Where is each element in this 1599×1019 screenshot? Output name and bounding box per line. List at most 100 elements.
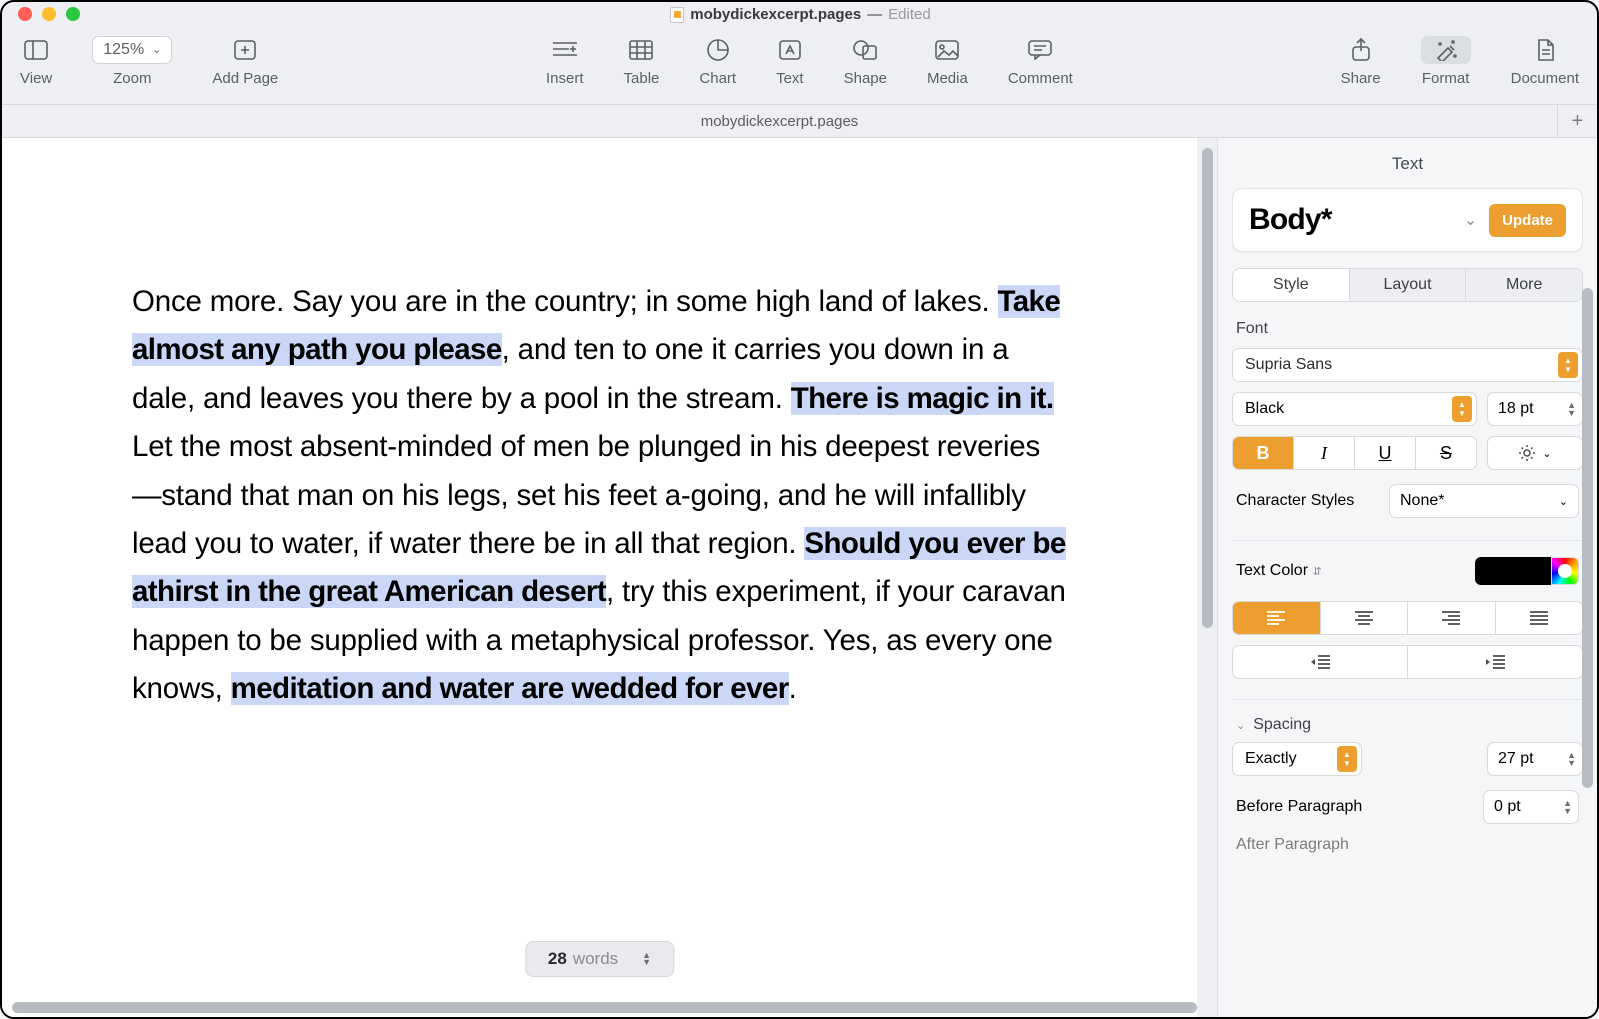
line-spacing-value[interactable]: 27 pt ▲▼ [1487, 742, 1583, 776]
tab-more[interactable]: More [1466, 269, 1582, 301]
insert-button[interactable]: Insert [546, 36, 584, 87]
horizontal-scrollbar[interactable] [12, 1002, 1197, 1013]
textbox-icon [779, 36, 801, 64]
plus-page-icon [234, 36, 256, 64]
text-color-control[interactable] [1475, 557, 1579, 585]
chevron-down-icon: ⌄ [1559, 495, 1568, 508]
text-run: Once more. Say you are in the country; i… [132, 285, 998, 318]
share-button[interactable]: Share [1341, 36, 1381, 87]
zoom-control[interactable]: 125%⌄ Zoom [92, 36, 172, 87]
document-button[interactable]: Document [1511, 36, 1579, 87]
toolbar-left: View 125%⌄ Zoom Add Page [20, 36, 278, 87]
chart-button[interactable]: Chart [699, 36, 736, 87]
toolbar-right: Share Format Document [1341, 36, 1579, 87]
spacing-disclosure[interactable]: ⌄ Spacing [1236, 716, 1579, 734]
title-separator: — [867, 6, 882, 23]
updown-icon: ▲▼ [642, 952, 651, 966]
close-window-button[interactable] [18, 7, 32, 21]
color-swatch[interactable] [1475, 557, 1551, 585]
page[interactable]: Once more. Say you are in the country; i… [2, 138, 1197, 1017]
document-filename: mobydickexcerpt.pages [690, 6, 861, 23]
bold-highlight-run: meditation and water are wedded for ever [231, 672, 789, 705]
chevron-down-icon: ⌄ [1542, 447, 1551, 460]
view-button[interactable]: View [20, 36, 52, 87]
sidebar-icon [24, 36, 48, 64]
vertical-scrollbar[interactable] [1202, 148, 1213, 628]
bold-highlight-run: There is magic in it. [791, 382, 1054, 415]
canvas: Once more. Say you are in the country; i… [2, 138, 1217, 1017]
document-body[interactable]: Once more. Say you are in the country; i… [2, 138, 1197, 753]
text-color-label: Text Color ⇵ [1236, 562, 1322, 580]
tab-bar: mobydickexcerpt.pages + [2, 104, 1597, 138]
increase-indent-button[interactable] [1408, 646, 1582, 678]
stepper-icon[interactable]: ▲▼ [1563, 751, 1580, 767]
align-center-button[interactable] [1321, 602, 1409, 634]
comment-icon [1028, 36, 1052, 64]
updown-icon: ⇵ [1312, 566, 1321, 578]
format-icon [1421, 36, 1471, 64]
media-button[interactable]: Media [927, 36, 968, 87]
tab-style[interactable]: Style [1233, 269, 1350, 301]
toolbar: View 125%⌄ Zoom Add Page Insert Table [2, 26, 1597, 104]
character-styles-label: Character Styles [1236, 492, 1354, 510]
divider [1232, 540, 1583, 541]
chevron-down-icon: ⌄ [152, 43, 161, 56]
add-page-button[interactable]: Add Page [212, 36, 278, 87]
tab-layout[interactable]: Layout [1350, 269, 1467, 301]
font-weight-select[interactable]: Black ▲▼ [1232, 392, 1477, 426]
character-style-select[interactable]: None* ⌄ [1389, 484, 1579, 518]
bold-toggle[interactable]: B [1233, 437, 1294, 469]
shape-button[interactable]: Shape [844, 36, 887, 87]
italic-toggle[interactable]: I [1294, 437, 1355, 469]
fullscreen-window-button[interactable] [66, 7, 80, 21]
media-icon [935, 36, 959, 64]
chart-icon [707, 36, 729, 64]
comment-button[interactable]: Comment [1008, 36, 1073, 87]
inspector-scrollbar[interactable] [1582, 288, 1593, 788]
underline-toggle[interactable]: U [1355, 437, 1416, 469]
stepper-icon[interactable]: ▲▼ [1337, 746, 1357, 772]
stepper-icon[interactable]: ▲▼ [1559, 799, 1576, 815]
minimize-window-button[interactable] [42, 7, 56, 21]
word-count-label: words [573, 949, 618, 969]
document-status: Edited [888, 6, 931, 23]
zoom-select[interactable]: 125%⌄ [92, 36, 172, 64]
document-icon [670, 7, 684, 23]
text-button[interactable]: Text [776, 36, 804, 87]
update-style-button[interactable]: Update [1489, 204, 1566, 237]
format-button[interactable]: Format [1421, 36, 1471, 87]
font-family-select[interactable]: Supria Sans ▲▼ [1232, 348, 1583, 382]
align-left-button[interactable] [1233, 602, 1321, 634]
after-paragraph-label: After Paragraph [1236, 836, 1349, 854]
font-section-label: Font [1236, 320, 1579, 338]
window-controls [18, 7, 80, 21]
divider [1232, 699, 1583, 700]
chevron-down-icon[interactable]: ⌄ [1464, 210, 1477, 230]
font-size-field[interactable]: 18 pt ▲▼ [1487, 392, 1583, 426]
color-wheel-icon[interactable] [1551, 557, 1579, 585]
table-button[interactable]: Table [624, 36, 660, 87]
stepper-icon[interactable]: ▲▼ [1558, 352, 1578, 378]
align-justify-button[interactable] [1496, 602, 1583, 634]
gear-icon [1518, 444, 1536, 462]
before-paragraph-label: Before Paragraph [1236, 798, 1362, 816]
decrease-indent-button[interactable] [1233, 646, 1408, 678]
app-window: mobydickexcerpt.pages — Edited View 125%… [0, 0, 1599, 1019]
word-count-pill[interactable]: 28 words ▲▼ [525, 941, 674, 977]
new-tab-button[interactable]: + [1557, 105, 1597, 137]
document-tab[interactable]: mobydickexcerpt.pages [2, 105, 1557, 137]
text-run: . [789, 672, 797, 705]
before-paragraph-value[interactable]: 0 pt ▲▼ [1483, 790, 1579, 824]
alignment-group [1232, 601, 1583, 635]
paragraph-style-card[interactable]: Body* ⌄ Update [1232, 188, 1583, 252]
indent-group [1232, 645, 1583, 679]
line-spacing-mode-select[interactable]: Exactly ▲▼ [1232, 742, 1362, 776]
stepper-icon[interactable]: ▲▼ [1452, 396, 1472, 422]
strikethrough-toggle[interactable]: S [1416, 437, 1476, 469]
share-icon [1351, 36, 1371, 64]
stepper-icon[interactable]: ▲▼ [1563, 401, 1580, 417]
advanced-font-button[interactable]: ⌄ [1487, 436, 1583, 470]
text-style-group: B I U S [1232, 436, 1477, 470]
align-right-button[interactable] [1408, 602, 1496, 634]
insert-icon [553, 36, 577, 64]
